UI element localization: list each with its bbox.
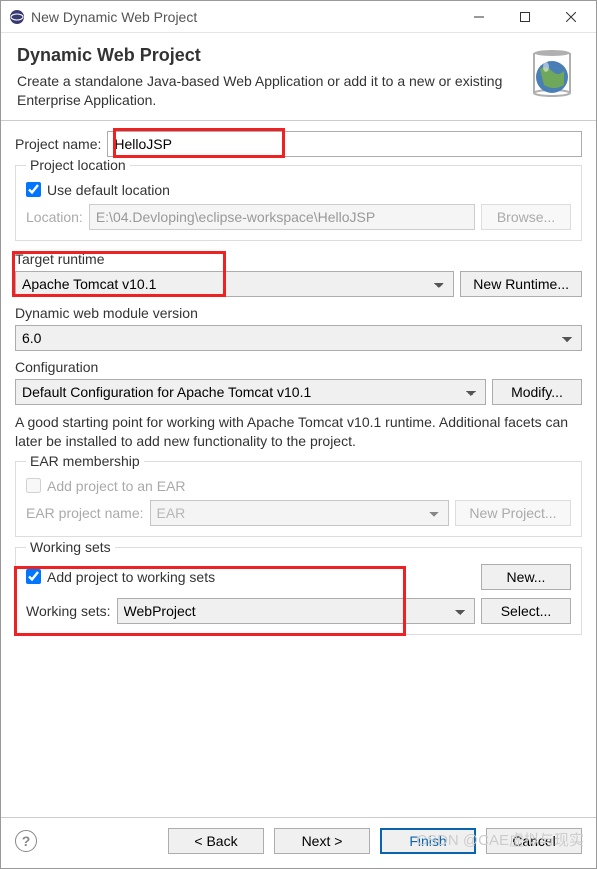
location-input [89, 204, 475, 230]
finish-button[interactable]: Finish [380, 828, 476, 854]
page-title: Dynamic Web Project [17, 45, 514, 66]
browse-button: Browse... [481, 204, 571, 230]
working-sets-label: Working sets: [26, 603, 111, 619]
modify-button[interactable]: Modify... [492, 379, 582, 405]
add-to-ear-label: Add project to an EAR [47, 478, 186, 494]
ear-legend: EAR membership [26, 453, 144, 469]
use-default-location-label: Use default location [47, 182, 170, 198]
help-icon[interactable]: ? [15, 830, 37, 852]
add-to-ear-checkbox [26, 478, 41, 493]
new-ear-project-button: New Project... [455, 500, 571, 526]
ear-name-select: EAR [150, 500, 450, 526]
eclipse-icon [9, 9, 25, 25]
web-module-select[interactable]: 6.0 [15, 325, 582, 351]
select-working-set-button[interactable]: Select... [481, 598, 571, 624]
new-runtime-button[interactable]: New Runtime... [460, 271, 582, 297]
ear-group: EAR membership Add project to an EAR EAR… [15, 461, 582, 537]
configuration-description: A good starting point for working with A… [15, 413, 582, 451]
configuration-select[interactable]: Default Configuration for Apache Tomcat … [15, 379, 486, 405]
target-runtime-title: Target runtime [15, 251, 582, 267]
project-location-legend: Project location [26, 157, 130, 173]
add-to-working-sets-label: Add project to working sets [47, 569, 215, 585]
cancel-button[interactable]: Cancel [486, 828, 582, 854]
page-subtitle: Create a standalone Java-based Web Appli… [17, 72, 514, 110]
wizard-footer: ? < Back Next > Finish Cancel [1, 817, 596, 868]
back-button[interactable]: < Back [168, 828, 264, 854]
use-default-location-checkbox[interactable] [26, 182, 41, 197]
add-to-working-sets-checkbox[interactable] [26, 569, 41, 584]
wizard-header: Dynamic Web Project Create a standalone … [1, 33, 596, 121]
titlebar: New Dynamic Web Project [1, 1, 596, 33]
target-runtime-select[interactable]: Apache Tomcat v10.1 [15, 271, 454, 297]
close-button[interactable] [548, 2, 594, 32]
working-sets-legend: Working sets [26, 539, 115, 555]
minimize-button[interactable] [456, 2, 502, 32]
configuration-title: Configuration [15, 359, 582, 375]
location-label: Location: [26, 209, 83, 225]
globe-icon [524, 45, 580, 101]
maximize-button[interactable] [502, 2, 548, 32]
project-name-label: Project name: [15, 136, 101, 152]
web-module-title: Dynamic web module version [15, 305, 582, 321]
working-sets-group: Working sets Add project to working sets… [15, 547, 582, 635]
project-location-group: Project location Use default location Lo… [15, 165, 582, 241]
next-button[interactable]: Next > [274, 828, 370, 854]
ear-name-label: EAR project name: [26, 505, 144, 521]
working-sets-select[interactable]: WebProject [117, 598, 475, 624]
project-name-input[interactable] [107, 131, 582, 157]
window-title: New Dynamic Web Project [31, 9, 456, 25]
new-working-set-button[interactable]: New... [481, 564, 571, 590]
